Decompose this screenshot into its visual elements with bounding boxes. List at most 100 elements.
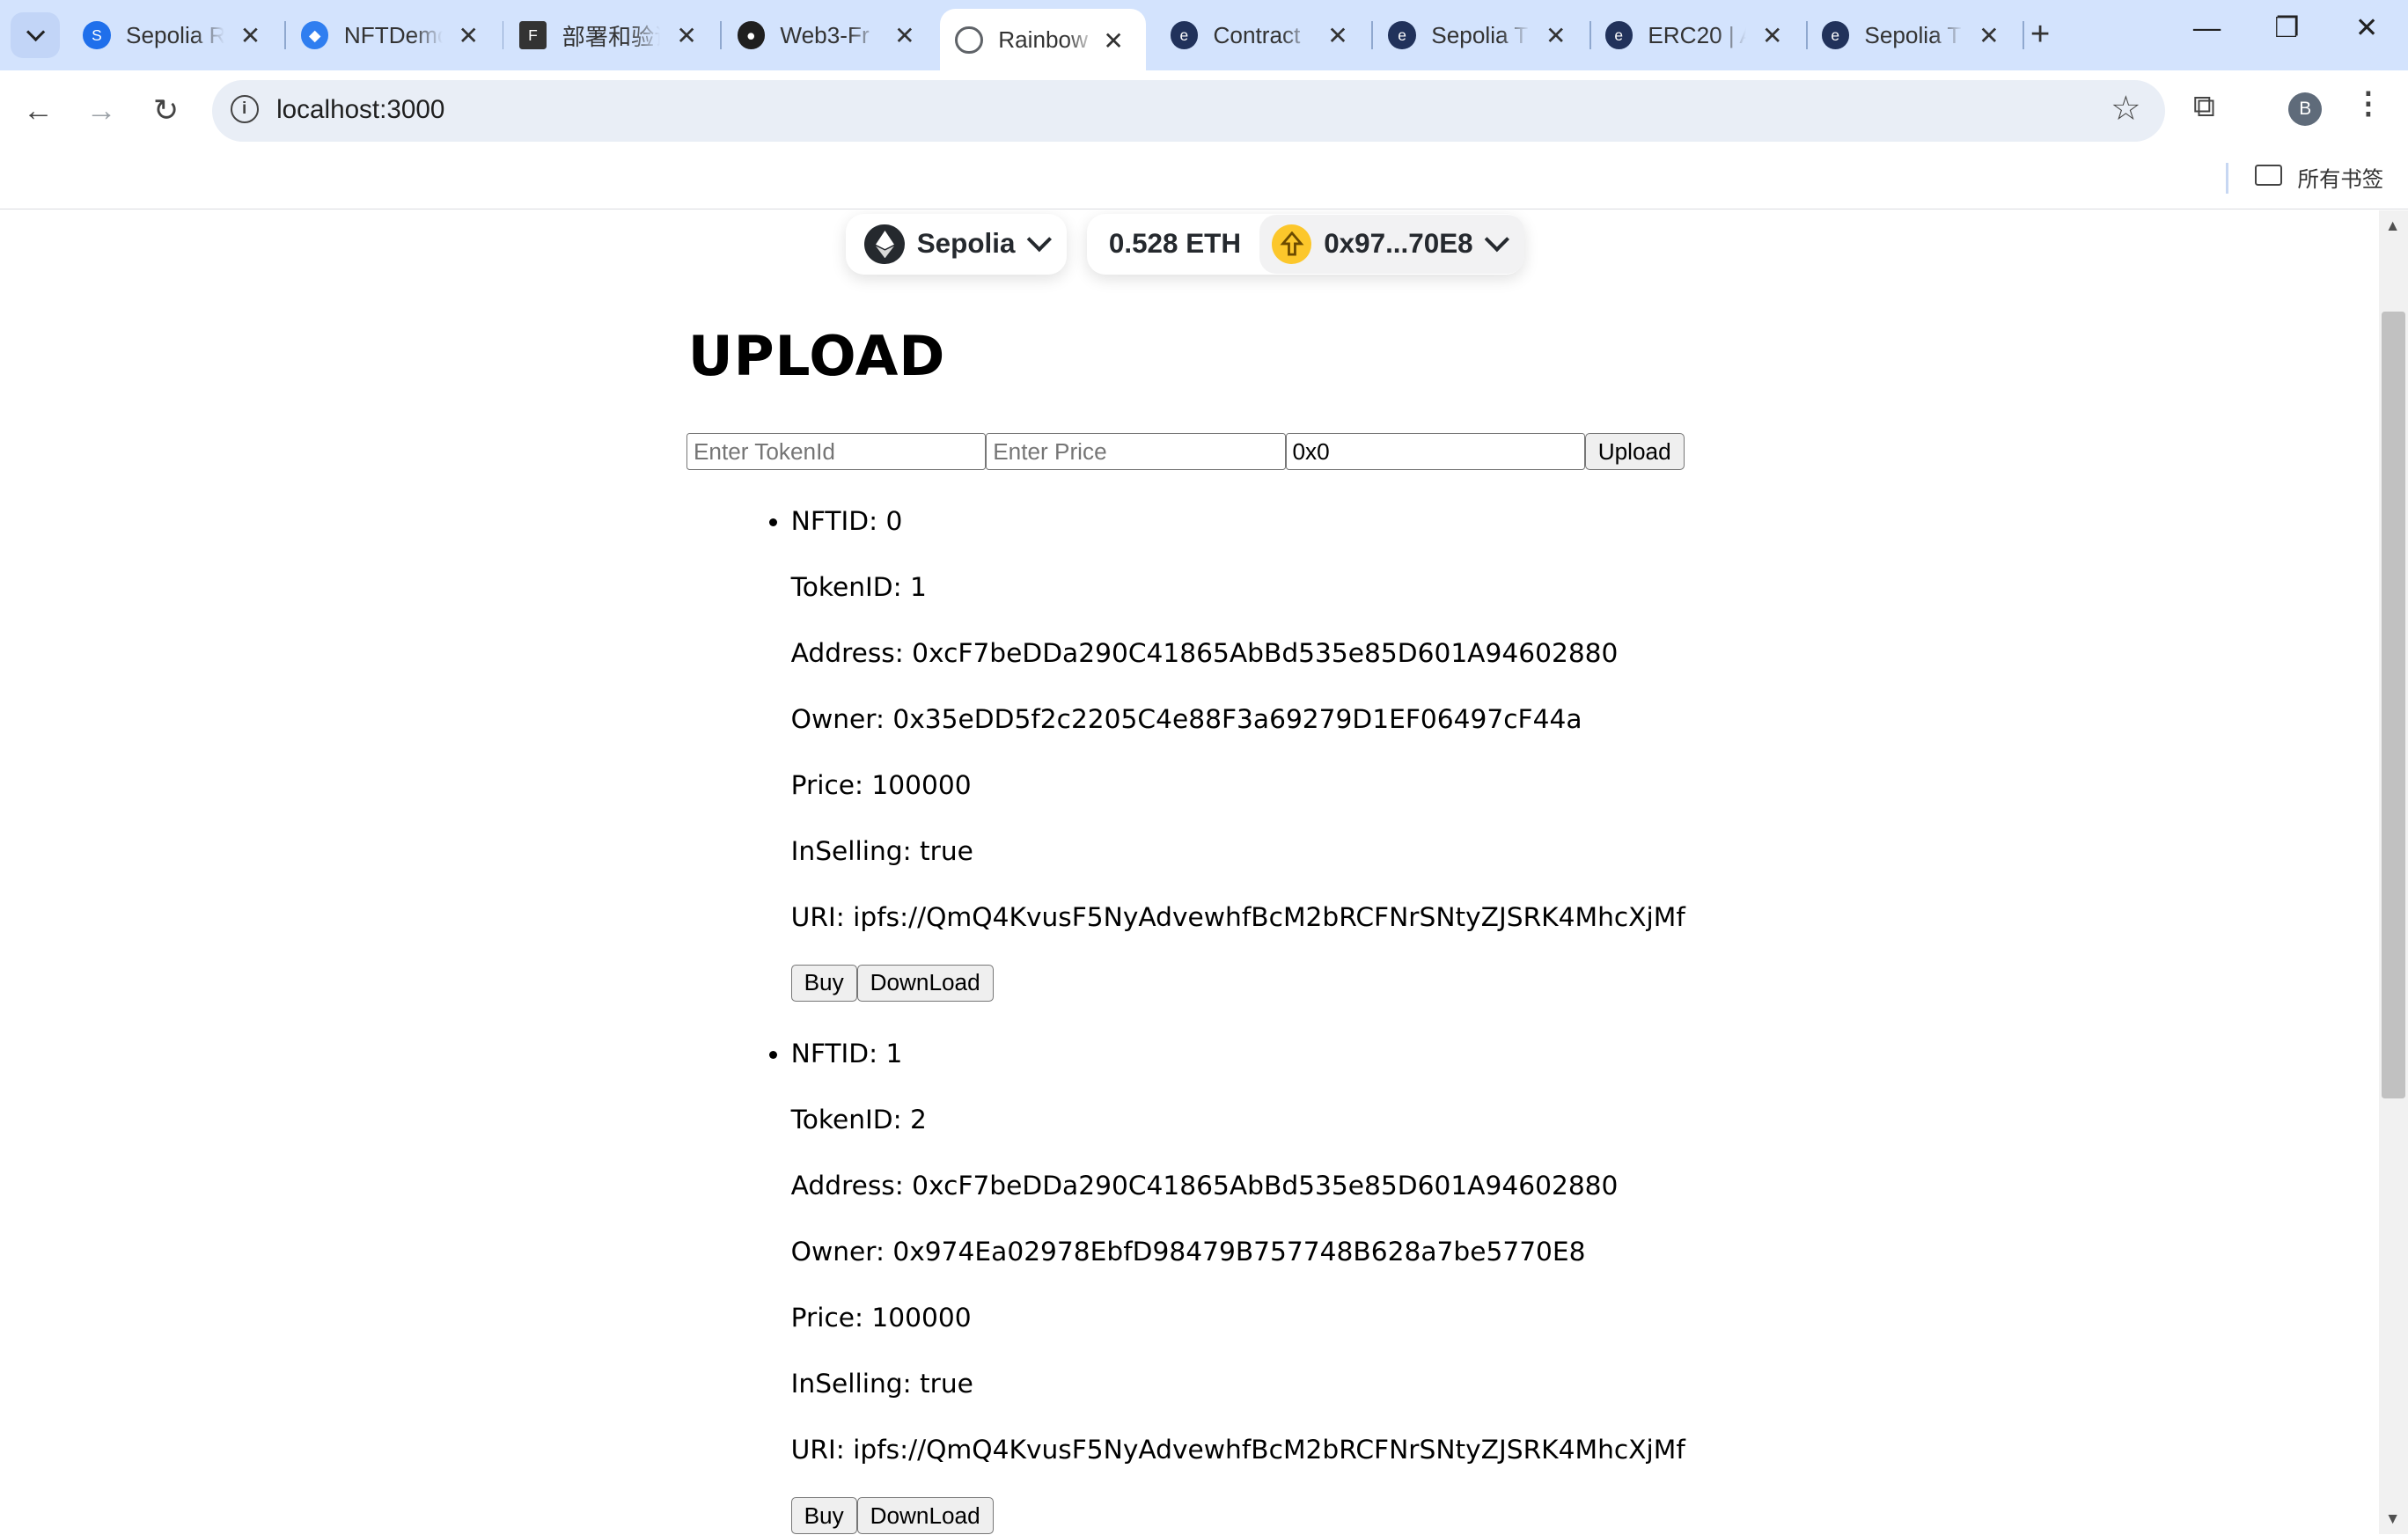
etherscan-icon: e <box>1388 21 1416 49</box>
ethereum-icon <box>864 224 905 265</box>
sepolia-faucet-icon: S <box>83 21 111 49</box>
buy-button[interactable]: Buy <box>790 1497 857 1535</box>
site-info-icon[interactable]: i <box>230 95 259 124</box>
account-button[interactable]: 0.528 ETH 0x97...70E8 <box>1087 213 1524 275</box>
tab-sepolia-tx[interactable]: e Sepolia T ✕ <box>1373 9 1591 61</box>
close-icon[interactable]: ✕ <box>672 21 700 50</box>
bookmarks-divider <box>2225 162 2228 194</box>
contract-address: Address: 0xcF7beDDa290C41865AbBd535e85D6… <box>790 1170 1619 1201</box>
token-uri: URI: ipfs://QmQ4KvusF5NyAdvewhfBcM2bRCFN… <box>790 900 1685 932</box>
tab-strip: S Sepolia R ✕ ◆ NFTDemo ✕ F 部署和验证 ✕ ● We… <box>0 0 2408 71</box>
close-icon[interactable]: ✕ <box>455 21 482 50</box>
tab-title: Sepolia R <box>126 21 224 48</box>
uri-input[interactable] <box>1285 433 1585 470</box>
etherscan-icon: e <box>1170 21 1199 49</box>
ipfs-icon: ◆ <box>301 21 329 49</box>
contract-address: Address: 0xcF7beDDa290C41865AbBd535e85D6… <box>790 636 1619 668</box>
minimize-icon[interactable]: — <box>2184 12 2229 44</box>
bookmark-star-icon[interactable]: ☆ <box>2111 89 2140 129</box>
tab-title: Web3-Fr <box>780 21 870 48</box>
folder-icon[interactable] <box>2254 164 2283 187</box>
tab-divider <box>2023 21 2024 49</box>
in-selling: InSelling: true <box>790 1368 973 1399</box>
account-avatar-icon <box>1271 224 1312 265</box>
tab-sepolia-faucet[interactable]: S Sepolia R ✕ <box>68 9 286 61</box>
close-icon[interactable]: ✕ <box>1758 21 1786 50</box>
etherscan-icon: e <box>1821 21 1849 49</box>
price-input[interactable] <box>986 433 1286 470</box>
close-icon[interactable]: ✕ <box>1975 21 2002 50</box>
in-selling: InSelling: true <box>790 834 973 866</box>
close-icon[interactable]: ✕ <box>237 21 264 50</box>
close-icon[interactable]: ✕ <box>1099 26 1127 55</box>
tab-rainbow-active[interactable]: Rainbow ✕ <box>939 9 1146 71</box>
token-id-input[interactable] <box>686 433 987 470</box>
scrollbar-thumb[interactable] <box>2382 312 2405 1098</box>
document-icon: F <box>518 21 547 49</box>
account-address: 0x97...70E8 <box>1324 228 1473 260</box>
tab-title: Contract <box>1213 21 1301 48</box>
tab-deploy-verify[interactable]: F 部署和验证 ✕ <box>503 9 723 61</box>
token-id: TokenID: 2 <box>790 1104 927 1135</box>
globe-icon <box>955 26 983 55</box>
close-icon[interactable]: ✕ <box>1324 21 1351 50</box>
tab-title: 部署和验证 <box>562 24 661 51</box>
account-address-box[interactable]: 0x97...70E8 <box>1259 215 1524 274</box>
price: Price: 100000 <box>790 1302 972 1333</box>
reload-icon[interactable]: ↻ <box>149 93 182 129</box>
chevron-down-icon <box>26 22 45 42</box>
owner-address: Owner: 0x35eDD5f2c2205C4e88F3a69279D1EF0… <box>790 702 1582 734</box>
forward-icon[interactable]: → <box>84 93 118 129</box>
upload-form: Upload <box>686 433 1685 470</box>
extensions-icon[interactable]: ⧉ <box>2193 89 2215 124</box>
close-icon[interactable]: ✕ <box>891 21 918 50</box>
nft-id: NFTID: 1 <box>790 1038 903 1069</box>
profile-avatar[interactable]: B <box>2288 92 2323 127</box>
buy-button[interactable]: Buy <box>790 964 857 1002</box>
back-icon[interactable]: ← <box>21 93 55 129</box>
price: Price: 100000 <box>790 768 972 800</box>
close-icon[interactable]: ✕ <box>1542 21 1569 50</box>
tab-title: NFTDemo <box>343 21 443 48</box>
address-url[interactable]: localhost:3000 <box>276 95 444 125</box>
window-close-icon[interactable]: ✕ <box>2344 12 2390 44</box>
owner-address: Owner: 0x974Ea02978EbfD98479B757748B628a… <box>790 1236 1586 1267</box>
tab-title: ERC20 | A <box>1648 21 1747 48</box>
chevron-down-icon <box>1484 227 1509 253</box>
list-item: NFTID: 0 TokenID: 1 Address: 0xcF7beDDa2… <box>790 503 1685 1002</box>
tab-nftdemo[interactable]: ◆ NFTDemo ✕ <box>286 9 504 61</box>
page-title: UPLOAD <box>687 324 946 389</box>
page-scrollbar[interactable]: ▲ ▼ <box>2379 210 2408 1535</box>
restore-icon[interactable]: ❐ <box>2264 12 2309 44</box>
tab-title: Sepolia T <box>1431 21 1529 48</box>
download-button[interactable]: DownLoad <box>856 964 994 1002</box>
nft-actions: Buy DownLoad <box>790 1497 1685 1535</box>
tab-title: Rainbow <box>998 26 1088 53</box>
list-item: NFTID: 1 TokenID: 2 Address: 0xcF7beDDa2… <box>790 1035 1685 1535</box>
tab-erc20[interactable]: e ERC20 | A ✕ <box>1589 9 1808 61</box>
token-uri: URI: ipfs://QmQ4KvusF5NyAdvewhfBcM2bRCFN… <box>790 1434 1685 1465</box>
all-bookmarks-label[interactable]: 所有书签 <box>2298 163 2384 194</box>
tab-sepolia-tx-2[interactable]: e Sepolia T ✕ <box>1806 9 2024 61</box>
tab-github[interactable]: ● Web3-Fr ✕ <box>722 9 936 61</box>
scroll-down-icon[interactable]: ▼ <box>2385 1509 2400 1528</box>
new-tab-icon[interactable]: + <box>2030 15 2050 54</box>
wallet-balance: 0.528 ETH <box>1108 228 1242 260</box>
nft-list: NFTID: 0 TokenID: 1 Address: 0xcF7beDDa2… <box>731 503 1685 1535</box>
address-bar[interactable]: i localhost:3000 ☆ <box>211 79 2166 142</box>
kebab-menu-icon[interactable]: ⋮ <box>2353 86 2383 121</box>
etherscan-icon: e <box>1604 21 1633 49</box>
chevron-down-icon <box>1026 227 1052 253</box>
page-content: Sepolia 0.528 ETH 0x97...70E8 UPLOAD Upl… <box>0 210 2379 1535</box>
chain-name: Sepolia <box>916 228 1016 260</box>
tab-title: Sepolia T <box>1864 21 1962 48</box>
scroll-up-icon[interactable]: ▲ <box>2385 217 2400 235</box>
upload-button[interactable]: Upload <box>1584 433 1685 470</box>
nft-actions: Buy DownLoad <box>790 964 1685 1002</box>
chain-selector-button[interactable]: Sepolia <box>846 213 1067 275</box>
download-button[interactable]: DownLoad <box>856 1497 994 1535</box>
browser-toolbar: ← → ↻ i localhost:3000 ☆ ⧉ B ⋮ <box>0 70 2408 151</box>
tab-search-button[interactable] <box>11 11 61 59</box>
bookmarks-bar: 所有书签 <box>0 151 2408 210</box>
tab-contract[interactable]: e Contract ✕ <box>1155 9 1374 61</box>
